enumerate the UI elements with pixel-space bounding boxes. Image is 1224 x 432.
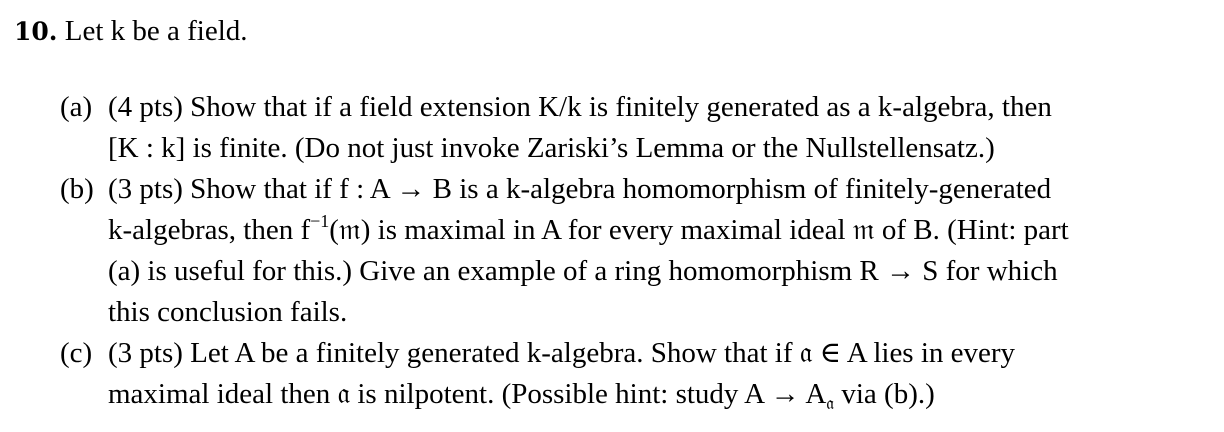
part-b-superscript: −1 <box>310 211 330 231</box>
problem-statement: Let k be a field. <box>64 15 248 47</box>
part-c-text-2b: via (b).) <box>834 378 935 410</box>
part-b-line-2: k-algebras, then f−1(𝔪) is maximal in A … <box>60 210 1210 251</box>
part-b-line-3: (a) is useful for this.) Give an example… <box>108 255 1058 287</box>
part-c-line-1: (c) (3 pts) Let A be a finitely generated… <box>60 333 1210 374</box>
part-c-line-2: maximal ideal then 𝔞 is nilpotent. (Poss… <box>60 374 1210 415</box>
part-b-label: (b) <box>60 173 94 205</box>
part-c-text-2a: maximal ideal then 𝔞 is nilpotent. (Poss… <box>108 378 827 410</box>
problem-number: 10. <box>14 17 58 46</box>
part-c-subscript: 𝔞 <box>826 393 835 413</box>
part-a-line-1: (a) (4 pts) Show that if a field extensio… <box>60 87 1210 128</box>
part-a-text-1: (4 pts) Show that if a field extension K… <box>108 91 1052 123</box>
part-b-text-1: (3 pts) Show that if f : A → B is a k-al… <box>108 173 1052 205</box>
part-c: (c) (3 pts) Let A be a finitely generated… <box>60 333 1210 415</box>
problem-header: 10. Let k be a field. <box>14 14 248 49</box>
part-c-label: (c) <box>60 337 93 369</box>
part-a-line-2: [K : k] is finite. (Do not just invoke Z… <box>108 132 995 164</box>
part-b-text-2a: k-algebras, then f <box>108 214 311 246</box>
part-a-label: (a) <box>60 91 93 123</box>
part-a: (a) (4 pts) Show that if a field extensio… <box>60 87 1210 169</box>
part-b-line-4: this conclusion fails. <box>108 296 348 328</box>
part-b: (b) (3 pts) Show that if f : A → B is a k… <box>60 169 1210 333</box>
part-b-line-1: (b) (3 pts) Show that if f : A → B is a k… <box>60 169 1210 210</box>
part-b-text-2b: (𝔪) is maximal in A for every maximal id… <box>329 214 1069 246</box>
part-c-text-1: (3 pts) Let A be a finitely generated k-… <box>108 337 1016 369</box>
